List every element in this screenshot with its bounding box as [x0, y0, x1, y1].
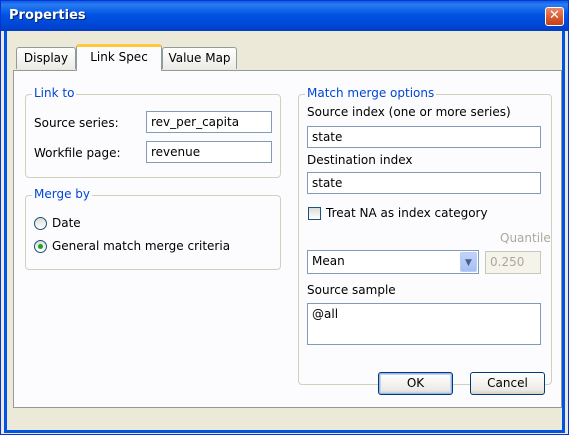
general-match-radio-label[interactable]: General match merge criteria [52, 239, 230, 253]
tab-panel-link-spec: Link to Source series: rev_per_capita Wo… [13, 70, 562, 408]
method-select[interactable]: Mean ▼ [307, 250, 479, 274]
source-series-label: Source series: [34, 116, 119, 130]
destination-index-label: Destination index [307, 153, 413, 167]
source-index-label: Source index (one or more series) [307, 105, 511, 119]
close-icon[interactable]: ✕ [545, 7, 564, 26]
method-select-value: Mean [312, 254, 345, 268]
merge-by-group: Merge by Date General match merge criter… [25, 187, 281, 270]
dialog-body: Display Link Spec Value Map Link to Sour… [4, 31, 565, 433]
ok-button[interactable]: OK [378, 372, 453, 395]
quantile-label: Quantile [500, 231, 551, 245]
destination-index-input[interactable]: state [307, 172, 541, 194]
source-sample-input[interactable]: @all [307, 303, 541, 345]
merge-by-legend: Merge by [32, 187, 92, 201]
radio-selected-dot [38, 244, 43, 249]
date-radio[interactable] [34, 217, 47, 230]
chevron-down-icon[interactable]: ▼ [460, 252, 477, 272]
quantile-input: 0.250 [485, 251, 541, 274]
properties-dialog: Properties ✕ Display Link Spec Value Map… [0, 0, 569, 435]
window-title: Properties [9, 8, 86, 23]
tab-link-spec[interactable]: Link Spec [76, 44, 162, 71]
source-index-input[interactable]: state [307, 126, 541, 148]
treat-na-checkbox[interactable] [308, 207, 321, 220]
tab-value-map[interactable]: Value Map [162, 47, 237, 69]
source-series-input[interactable]: rev_per_capita [146, 111, 272, 133]
workfile-page-input[interactable]: revenue [146, 141, 272, 163]
match-merge-legend: Match merge options [305, 86, 437, 100]
tab-display[interactable]: Display [16, 47, 76, 69]
source-sample-label: Source sample [307, 283, 396, 297]
workfile-page-label: Workfile page: [34, 146, 121, 160]
treat-na-label[interactable]: Treat NA as index category [326, 206, 488, 220]
cancel-button[interactable]: Cancel [470, 372, 545, 395]
link-to-group: Link to Source series: rev_per_capita Wo… [25, 86, 281, 178]
date-radio-label[interactable]: Date [52, 216, 81, 230]
title-bar[interactable]: Properties ✕ [1, 1, 568, 31]
general-match-radio[interactable] [34, 240, 47, 253]
link-to-legend: Link to [32, 86, 77, 100]
match-merge-options-group: Match merge options Source index (one or… [298, 86, 552, 385]
